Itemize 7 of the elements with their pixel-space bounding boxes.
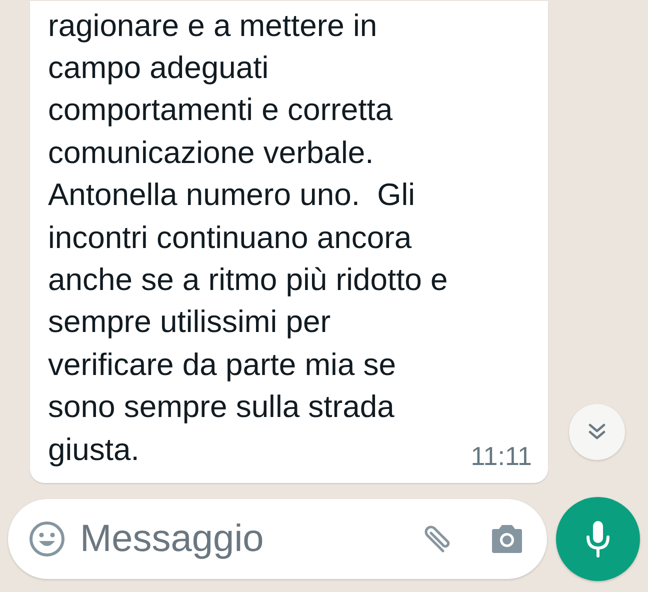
message-text: ragionare e a mettere in campo adeguati comportamenti e corretta comunicazione verbale. Antonella numero uno. Gli incontri continuano ancora anche se a ritmo più ridotto e sempre utilissimi per verificare da parte mia se sono sempre sulla strada giusta. bbox=[48, 6, 448, 469]
scroll-down-button[interactable] bbox=[569, 404, 625, 460]
message-input-field[interactable]: Messaggio bbox=[8, 499, 547, 579]
text-input[interactable]: Messaggio bbox=[78, 516, 405, 562]
smiley-icon bbox=[28, 520, 66, 558]
camera-icon bbox=[489, 523, 525, 555]
message-time: 11:11 bbox=[470, 441, 532, 471]
